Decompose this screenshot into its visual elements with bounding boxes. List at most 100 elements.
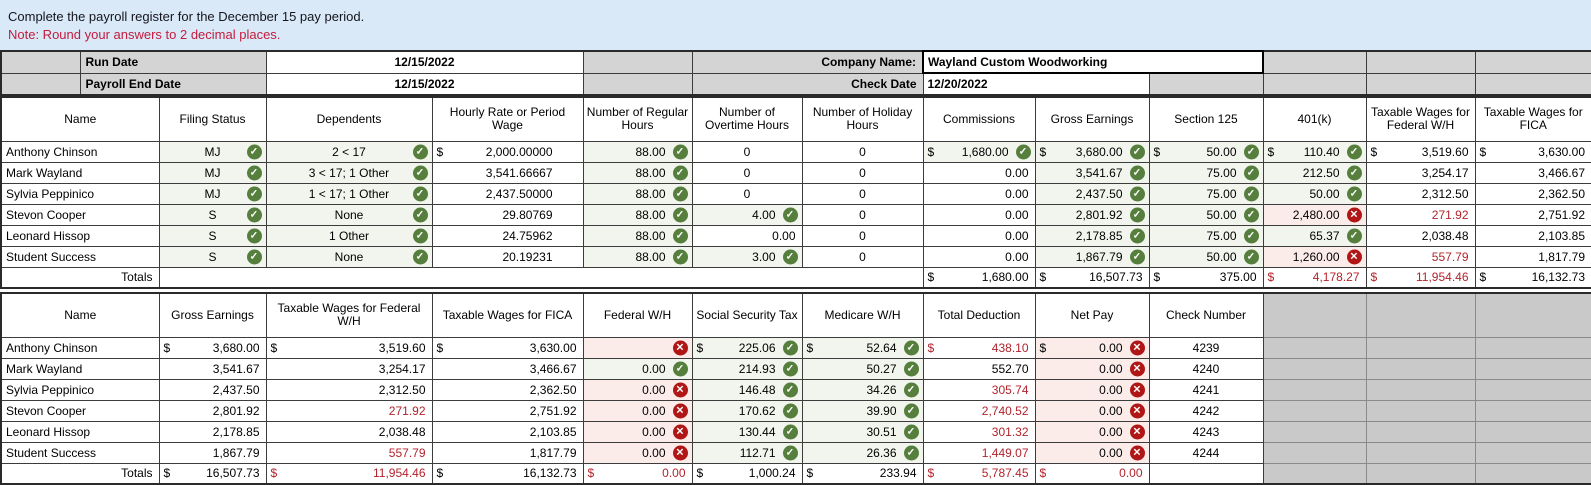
cell-value: 2,480.00 [1292,207,1340,222]
cell-net-pay[interactable]: 0.00 ✕ [1034,357,1150,380]
cell-gross-earnings[interactable]: 2,178.85 ✓ [1034,224,1150,247]
cell-net-pay[interactable]: $0.00 ✕ [1034,336,1150,359]
cell-federal-wh[interactable]: 0.00 ✕ [582,399,693,422]
cell-dependents[interactable]: 1 < 17; 1 Other ✓ [265,182,433,205]
cell-federal-wh[interactable]: ✕ [582,336,693,359]
cell-401k[interactable]: 2,480.00 ✕ [1262,203,1367,226]
cell-filing-status[interactable]: MJ ✓ [158,140,267,163]
employee-row: Leonard Hissop 2,178.85 2,038.48 2,103.85 0.… [0,420,1591,443]
cell-federal-wh[interactable]: 0.00 ✕ [582,441,693,464]
cell-dependents[interactable]: None ✓ [265,245,433,268]
cell-medicare-wh[interactable]: 26.36 ✓ [801,441,924,464]
cell-total-deduction[interactable]: 301.32 [922,420,1036,443]
correct-check-icon: ✓ [1346,186,1362,201]
cell-dependents[interactable]: 2 < 17 ✓ [265,140,433,163]
cell-medicare-wh[interactable]: $52.64 ✓ [801,336,924,359]
column-header-regular-hours: Number of Regular Hours [582,96,693,142]
cell-medicare-wh[interactable]: 34.26 ✓ [801,378,924,401]
cell-gross-earnings[interactable]: 1,867.79 ✓ [1034,245,1150,268]
spacer-cell [1262,72,1367,96]
cell-section-125[interactable]: 75.00 ✓ [1148,182,1264,205]
cell-401k[interactable]: $110.40 ✓ [1262,140,1367,163]
cell-401k[interactable]: 65.37 ✓ [1262,224,1367,247]
cell-net-pay[interactable]: 0.00 ✕ [1034,441,1150,464]
cell-filing-status[interactable]: MJ ✓ [158,182,267,205]
cell-net-pay[interactable]: 0.00 ✕ [1034,420,1150,443]
cell-taxable-wages-fica: 1,817.79 [1474,245,1591,268]
cell-gross-earnings[interactable]: 2,437.50 ✓ [1034,182,1150,205]
cell-gross-earnings[interactable]: 2,801.92 ✓ [1034,203,1150,226]
company-name-value[interactable]: Wayland Custom Woodworking [922,50,1264,74]
cell-federal-wh[interactable]: 0.00 ✕ [582,378,693,401]
cell-section-125[interactable]: 50.00 ✓ [1148,245,1264,268]
cell-social-security-tax[interactable]: 146.48 ✓ [691,378,803,401]
cell-401k[interactable]: 1,260.00 ✕ [1262,245,1367,268]
cell-regular-hours[interactable]: 88.00 ✓ [582,203,693,226]
cell-total-deduction[interactable]: $438.10 [922,336,1036,359]
cell-medicare-wh[interactable]: 30.51 ✓ [801,420,924,443]
cell-net-pay[interactable]: 0.00 ✕ [1034,378,1150,401]
cell-taxable-wages-federal[interactable]: 271.92 [1365,203,1476,226]
cell-401k[interactable]: 50.00 ✓ [1262,182,1367,205]
cell-taxable-wages-federal[interactable]: 271.92 [265,399,433,422]
cell-value: 4244 [1192,445,1220,460]
cell-net-pay[interactable]: 0.00 ✕ [1034,399,1150,422]
cell-taxable-wages-federal[interactable]: $11,954.46 [1365,266,1476,289]
cell-401k[interactable]: $4,178.27 [1262,266,1367,289]
instructions-banner: Complete the payroll register for the De… [0,0,1591,50]
cell-gross-earnings: 2,801.92 [158,399,267,422]
cell-regular-hours[interactable]: 88.00 ✓ [582,245,693,268]
cell-federal-wh[interactable]: 0.00 ✕ [582,420,693,443]
cell-commissions: 0.00 [922,224,1036,247]
cell-social-security-tax[interactable]: 130.44 ✓ [691,420,803,443]
cell-section-125[interactable]: $50.00 ✓ [1148,140,1264,163]
cell-total-deduction[interactable]: 1,449.07 [922,441,1036,464]
payroll-end-date-value[interactable]: 12/15/2022 [265,72,584,96]
cell-value: None [334,207,364,222]
cell-dependents[interactable]: 1 Other ✓ [265,224,433,247]
cell-filing-status[interactable]: S ✓ [158,203,267,226]
cell-filing-status[interactable]: S ✓ [158,224,267,247]
cell-401k[interactable]: 212.50 ✓ [1262,161,1367,184]
employee-row: Leonard Hissop S ✓ 1 Other ✓ 24.75962 88.00 ✓ 0.… [0,224,1591,247]
cell-medicare-wh[interactable]: 39.90 ✓ [801,399,924,422]
cell-value: 305.74 [991,382,1029,397]
cell-dependents[interactable]: 3 < 17; 1 Other ✓ [265,161,433,184]
correct-check-icon: ✓ [1129,249,1145,264]
cell-taxable-wages-federal[interactable]: 557.79 [1365,245,1476,268]
run-date-value[interactable]: 12/15/2022 [265,50,584,74]
cell-gross-earnings[interactable]: 3,541.67 ✓ [1034,161,1150,184]
cell-filing-status[interactable]: S ✓ [158,245,267,268]
cell-federal-wh[interactable]: 0.00 ✓ [582,357,693,380]
cell-medicare-wh[interactable]: 50.27 ✓ [801,357,924,380]
cell-total-deduction[interactable]: 2,740.52 [922,399,1036,422]
cell-gross-earnings[interactable]: $3,680.00 ✓ [1034,140,1150,163]
cell-value: 3,630.00 [529,340,577,355]
cell-social-security-tax[interactable]: 170.62 ✓ [691,399,803,422]
cell-overtime-hours[interactable]: 4.00 ✓ [691,203,803,226]
cell-filing-status[interactable]: MJ ✓ [158,161,267,184]
cell-commissions[interactable]: $1,680.00 ✓ [922,140,1036,163]
cell-value: 29.80769 [502,207,553,222]
cell-section-125[interactable]: 75.00 ✓ [1148,224,1264,247]
check-date-value[interactable]: 12/20/2022 [922,72,1150,96]
cell-overtime-hours[interactable]: 3.00 ✓ [691,245,803,268]
cell-regular-hours[interactable]: 88.00 ✓ [582,182,693,205]
cell-social-security-tax[interactable]: 214.93 ✓ [691,357,803,380]
cell-dependents[interactable]: None ✓ [265,203,433,226]
cell-section-125[interactable]: 75.00 ✓ [1148,161,1264,184]
cell-social-security-tax[interactable]: $225.06 ✓ [691,336,803,359]
dollar-sign: $ [587,466,595,481]
correct-check-icon: ✓ [672,228,688,243]
cell-value: 4,178.27 [1312,270,1360,285]
dollar-sign: $ [1153,144,1161,159]
cell-total-deduction[interactable]: 305.74 [922,378,1036,401]
cell-regular-hours[interactable]: 88.00 ✓ [582,161,693,184]
cell-taxable-wages-federal[interactable]: 557.79 [265,441,433,464]
cell-regular-hours[interactable]: 88.00 ✓ [582,140,693,163]
dollar-sign: $ [1267,144,1275,159]
cell-social-security-tax[interactable]: 112.71 ✓ [691,441,803,464]
cell-value: 2,038.48 [1421,228,1469,243]
cell-regular-hours[interactable]: 88.00 ✓ [582,224,693,247]
cell-section-125[interactable]: 50.00 ✓ [1148,203,1264,226]
